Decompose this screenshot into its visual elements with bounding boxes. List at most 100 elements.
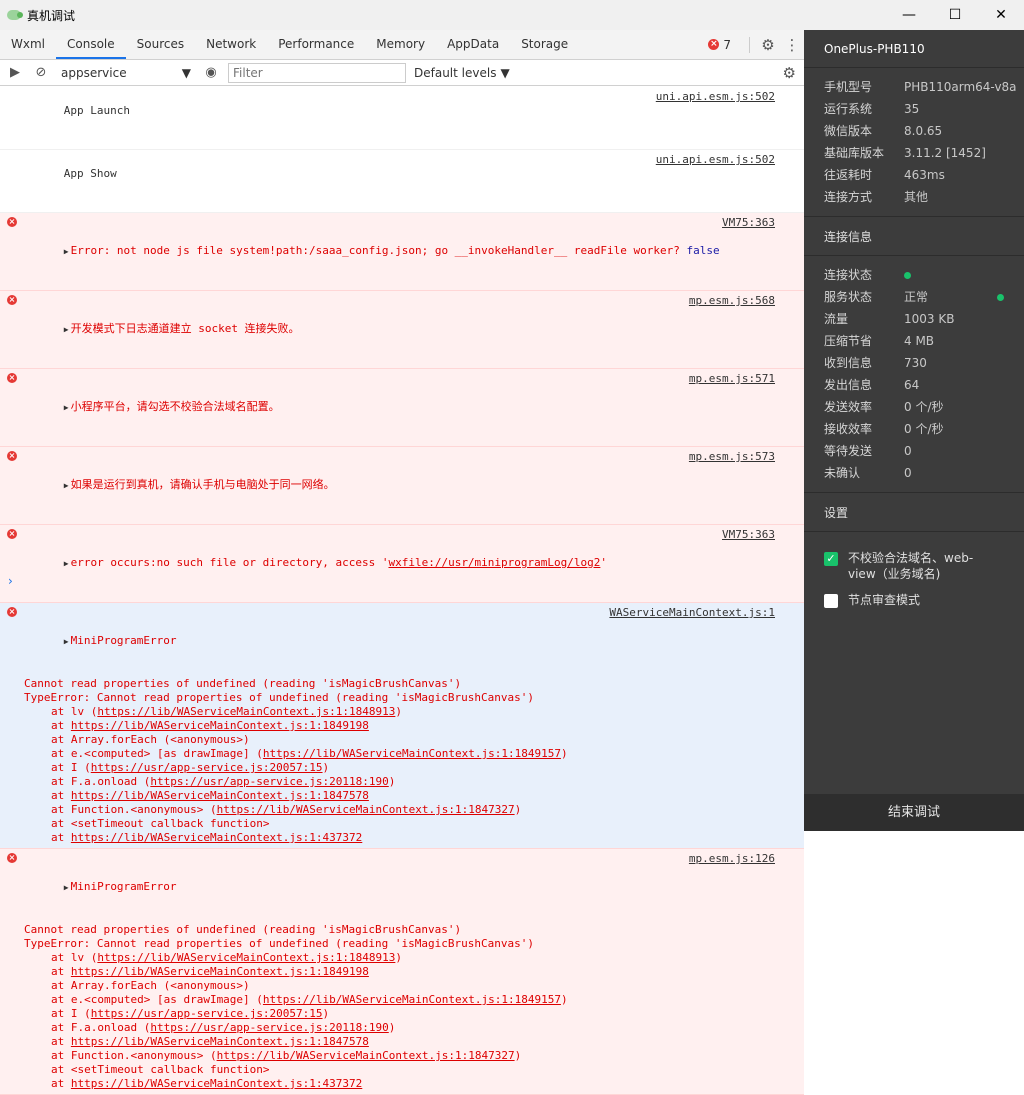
info-key: 服务状态 [824,290,873,304]
info-value: 0 个/秒 [904,422,944,436]
source-link[interactable]: mp.esm.js:573 [689,450,775,464]
settings-options: ✓ 不校验合法域名、web-view（业务域名) 节点审查模式 [804,532,1024,608]
stack-text: at [51,831,71,844]
info-value: 35 [904,102,920,116]
stack-text: at [51,1077,71,1090]
tab-memory[interactable]: Memory [365,30,436,59]
source-link[interactable]: WAServiceMainContext.js:1 [609,606,775,620]
stack-link[interactable]: https://usr/app-service.js:20118:190 [150,1021,388,1034]
error-icon: × [7,217,17,227]
live-expression-eye-icon[interactable]: ◉ [200,65,222,80]
file-link[interactable]: wxfile://usr/miniprogramLog/log2 [388,556,600,569]
expand-triangle-icon[interactable]: ▶ [64,481,69,490]
stack-text: at <setTimeout callback function> [51,1063,270,1076]
source-link[interactable]: uni.api.esm.js:502 [656,90,775,104]
error-message-line: Cannot read properties of undefined (rea… [24,923,462,936]
source-link[interactable]: uni.api.esm.js:502 [656,153,775,167]
expand-triangle-icon[interactable]: ▶ [64,403,69,412]
connection-info: 连接状态 服务状态 正常 流量 1003 KB 压缩节省 4 MB 收到信息 730 发… [804,256,1024,492]
stack-frame: at e.<computed> [as drawImage] (https://… [24,993,774,1007]
message-text: ' [600,556,608,569]
stack-link[interactable]: https://lib/WAServiceMainContext.js:1:18… [263,993,561,1006]
stack-link[interactable]: https://usr/app-service.js:20118:190 [150,775,388,788]
filter-input[interactable] [228,62,406,83]
stack-frame: at https://lib/WAServiceMainContext.js:1… [24,1077,774,1091]
info-key: 发送效率 [824,400,873,414]
devtools-tabbar: Wxml Console Sources Network Performance… [0,30,804,60]
message-text: App Launch [63,104,130,117]
info-value: 1003 KB [904,312,955,326]
stack-link[interactable]: https://lib/WAServiceMainContext.js:1:43… [71,831,362,844]
more-menu-icon[interactable]: ⋮ [780,36,804,54]
stack-link[interactable]: https://lib/WAServiceMainContext.js:1:18… [217,1049,515,1062]
log-levels-dropdown[interactable]: Default levels ▼ [414,66,510,80]
stack-text: at Function.<anonymous> ( [51,803,217,816]
stack-link[interactable]: https://usr/app-service.js:20057:15 [91,1007,323,1020]
end-debug-button[interactable]: 结束调试 [804,794,1024,831]
source-link[interactable]: VM75:363 [722,216,775,230]
stack-link[interactable]: https://lib/WAServiceMainContext.js:1:18… [97,951,395,964]
console-prompt[interactable]: › [8,574,13,588]
info-key: 微信版本 [824,124,873,138]
sidebar-toggle-icon[interactable]: ▶ [4,65,26,80]
skip-domain-check-option[interactable]: ✓ 不校验合法域名、web-view（业务域名) [804,550,1024,582]
tab-console[interactable]: Console [56,30,126,59]
expand-triangle-icon[interactable]: ▶ [64,325,69,334]
tab-network[interactable]: Network [195,30,267,59]
stack-link[interactable]: https://lib/WAServiceMainContext.js:1:18… [71,719,369,732]
error-count-badge[interactable]: × 7 [708,38,731,52]
source-link[interactable]: VM75:363 [722,528,775,542]
stack-text: at e.<computed> [as drawImage] ( [51,993,263,1006]
device-info: 手机型号 PHB110arm64-v8a 运行系统 35 微信版本 8.0.65 基础… [804,68,1024,216]
stack-link[interactable]: https://lib/WAServiceMainContext.js:1:18… [71,965,369,978]
stack-text: at F.a.onload ( [51,775,151,788]
stack-link[interactable]: https://usr/app-service.js:20057:15 [91,761,323,774]
tab-performance[interactable]: Performance [267,30,365,59]
source-link[interactable]: mp.esm.js:568 [689,294,775,308]
error-message-line: TypeError: Cannot read properties of und… [24,691,534,704]
divider [749,36,750,53]
source-link[interactable]: mp.esm.js:571 [689,372,775,386]
stack-frame: at https://lib/WAServiceMainContext.js:1… [24,831,774,845]
tab-appdata[interactable]: AppData [436,30,510,59]
tab-wxml[interactable]: Wxml [0,30,56,59]
console-error: × ▶ error occurs:no such file or director… [0,525,804,603]
clear-console-icon[interactable]: ⊘ [30,65,52,80]
node-inspect-option[interactable]: 节点审查模式 [804,592,1024,608]
console-settings-gear-icon[interactable]: ⚙ [783,64,796,82]
message-text: 如果是运行到真机，请确认手机与电脑处于同一网络。 [70,478,335,491]
stack-link[interactable]: https://lib/WAServiceMainContext.js:1:18… [263,747,561,760]
tab-sources[interactable]: Sources [126,30,195,59]
status-dot-icon [997,294,1004,301]
stack-link[interactable]: https://lib/WAServiceMainContext.js:1:18… [71,1035,369,1048]
tab-storage[interactable]: Storage [510,30,579,59]
wechat-devtools-logo-icon [7,10,23,20]
console-error: × ▶ Error: not node js file system!path:/… [0,213,804,291]
source-link[interactable]: mp.esm.js:126 [689,852,775,866]
minimize-button[interactable]: — [886,0,932,30]
expand-triangle-icon[interactable]: ▶ [64,559,69,568]
option-label: 节点审查模式 [848,593,921,607]
checkbox-unchecked-icon[interactable] [824,594,838,608]
maximize-button[interactable]: ☐ [932,0,978,30]
stack-link[interactable]: https://lib/WAServiceMainContext.js:1:18… [97,705,395,718]
info-key: 流量 [824,312,849,326]
close-button[interactable]: ✕ [978,0,1024,30]
expand-triangle-icon[interactable]: ▶ [64,637,69,646]
info-value: 4 MB [904,334,935,348]
stack-text: ) [514,1049,522,1062]
stack-link[interactable]: https://lib/WAServiceMainContext.js:1:18… [217,803,515,816]
info-key: 基础库版本 [824,146,885,160]
context-select[interactable]: appservice ▼ [56,63,196,83]
option-label: 不校验合法域名、web-view（业务域名) [848,551,974,581]
info-key: 手机型号 [824,80,873,94]
info-value: 3.11.2 [1452] [904,146,986,160]
settings-gear-icon[interactable]: ⚙ [756,36,780,54]
stack-link[interactable]: https://lib/WAServiceMainContext.js:1:43… [71,1077,362,1090]
expand-triangle-icon[interactable]: ▶ [64,247,69,256]
stack-text: at [51,1035,71,1048]
stack-text: at I ( [51,761,91,774]
checkbox-checked-icon[interactable]: ✓ [824,552,838,566]
expand-triangle-icon[interactable]: ▶ [64,883,69,892]
stack-link[interactable]: https://lib/WAServiceMainContext.js:1:18… [71,789,369,802]
